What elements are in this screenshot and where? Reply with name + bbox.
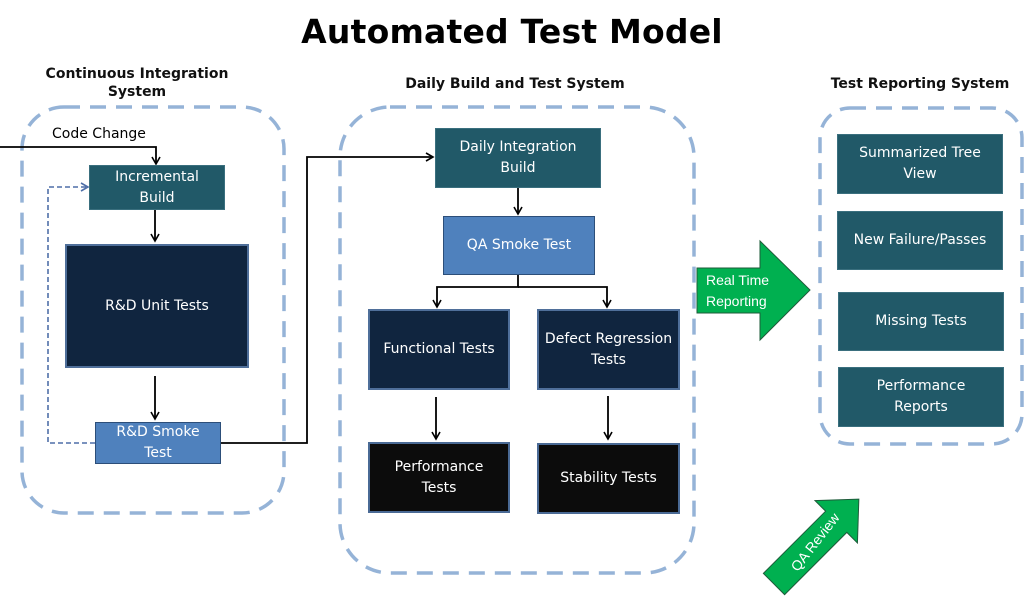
test-reporting-system-label: Test Reporting System xyxy=(830,76,1010,92)
daily-integration-build-node: Daily Integration Build xyxy=(435,128,601,188)
new-failure-passes-node: New Failure/Passes xyxy=(837,211,1003,270)
code-change-label: Code Change xyxy=(52,126,146,142)
qa-smoke-test-node: QA Smoke Test xyxy=(443,216,595,275)
daily-build-system-label: Daily Build and Test System xyxy=(405,76,625,92)
defect-regression-tests-node: Defect Regression Tests xyxy=(537,309,680,390)
connector-qa-smoke-split xyxy=(432,275,519,309)
incremental-build-node: Incremental Build xyxy=(89,165,225,210)
ci-system-label: Continuous Integration System xyxy=(45,66,229,100)
stability-tests-node: Stability Tests xyxy=(537,443,680,514)
performance-tests-node: Performance Tests xyxy=(368,442,510,513)
functional-tests-node: Functional Tests xyxy=(368,309,510,390)
rd-smoke-test-node: R&D Smoke Test xyxy=(95,422,221,464)
connector-qa-smoke-split-right xyxy=(518,286,612,309)
missing-tests-node: Missing Tests xyxy=(838,292,1004,351)
performance-reports-node: Performance Reports xyxy=(838,367,1004,427)
summarized-tree-view-node: Summarized Tree View xyxy=(837,134,1003,194)
diagram-title: Automated Test Model xyxy=(301,12,723,51)
real-time-reporting-label: Real Time Reporting xyxy=(706,272,770,309)
rd-unit-tests-node: R&D Unit Tests xyxy=(65,244,249,368)
connector-smoke-to-daily xyxy=(220,152,435,444)
